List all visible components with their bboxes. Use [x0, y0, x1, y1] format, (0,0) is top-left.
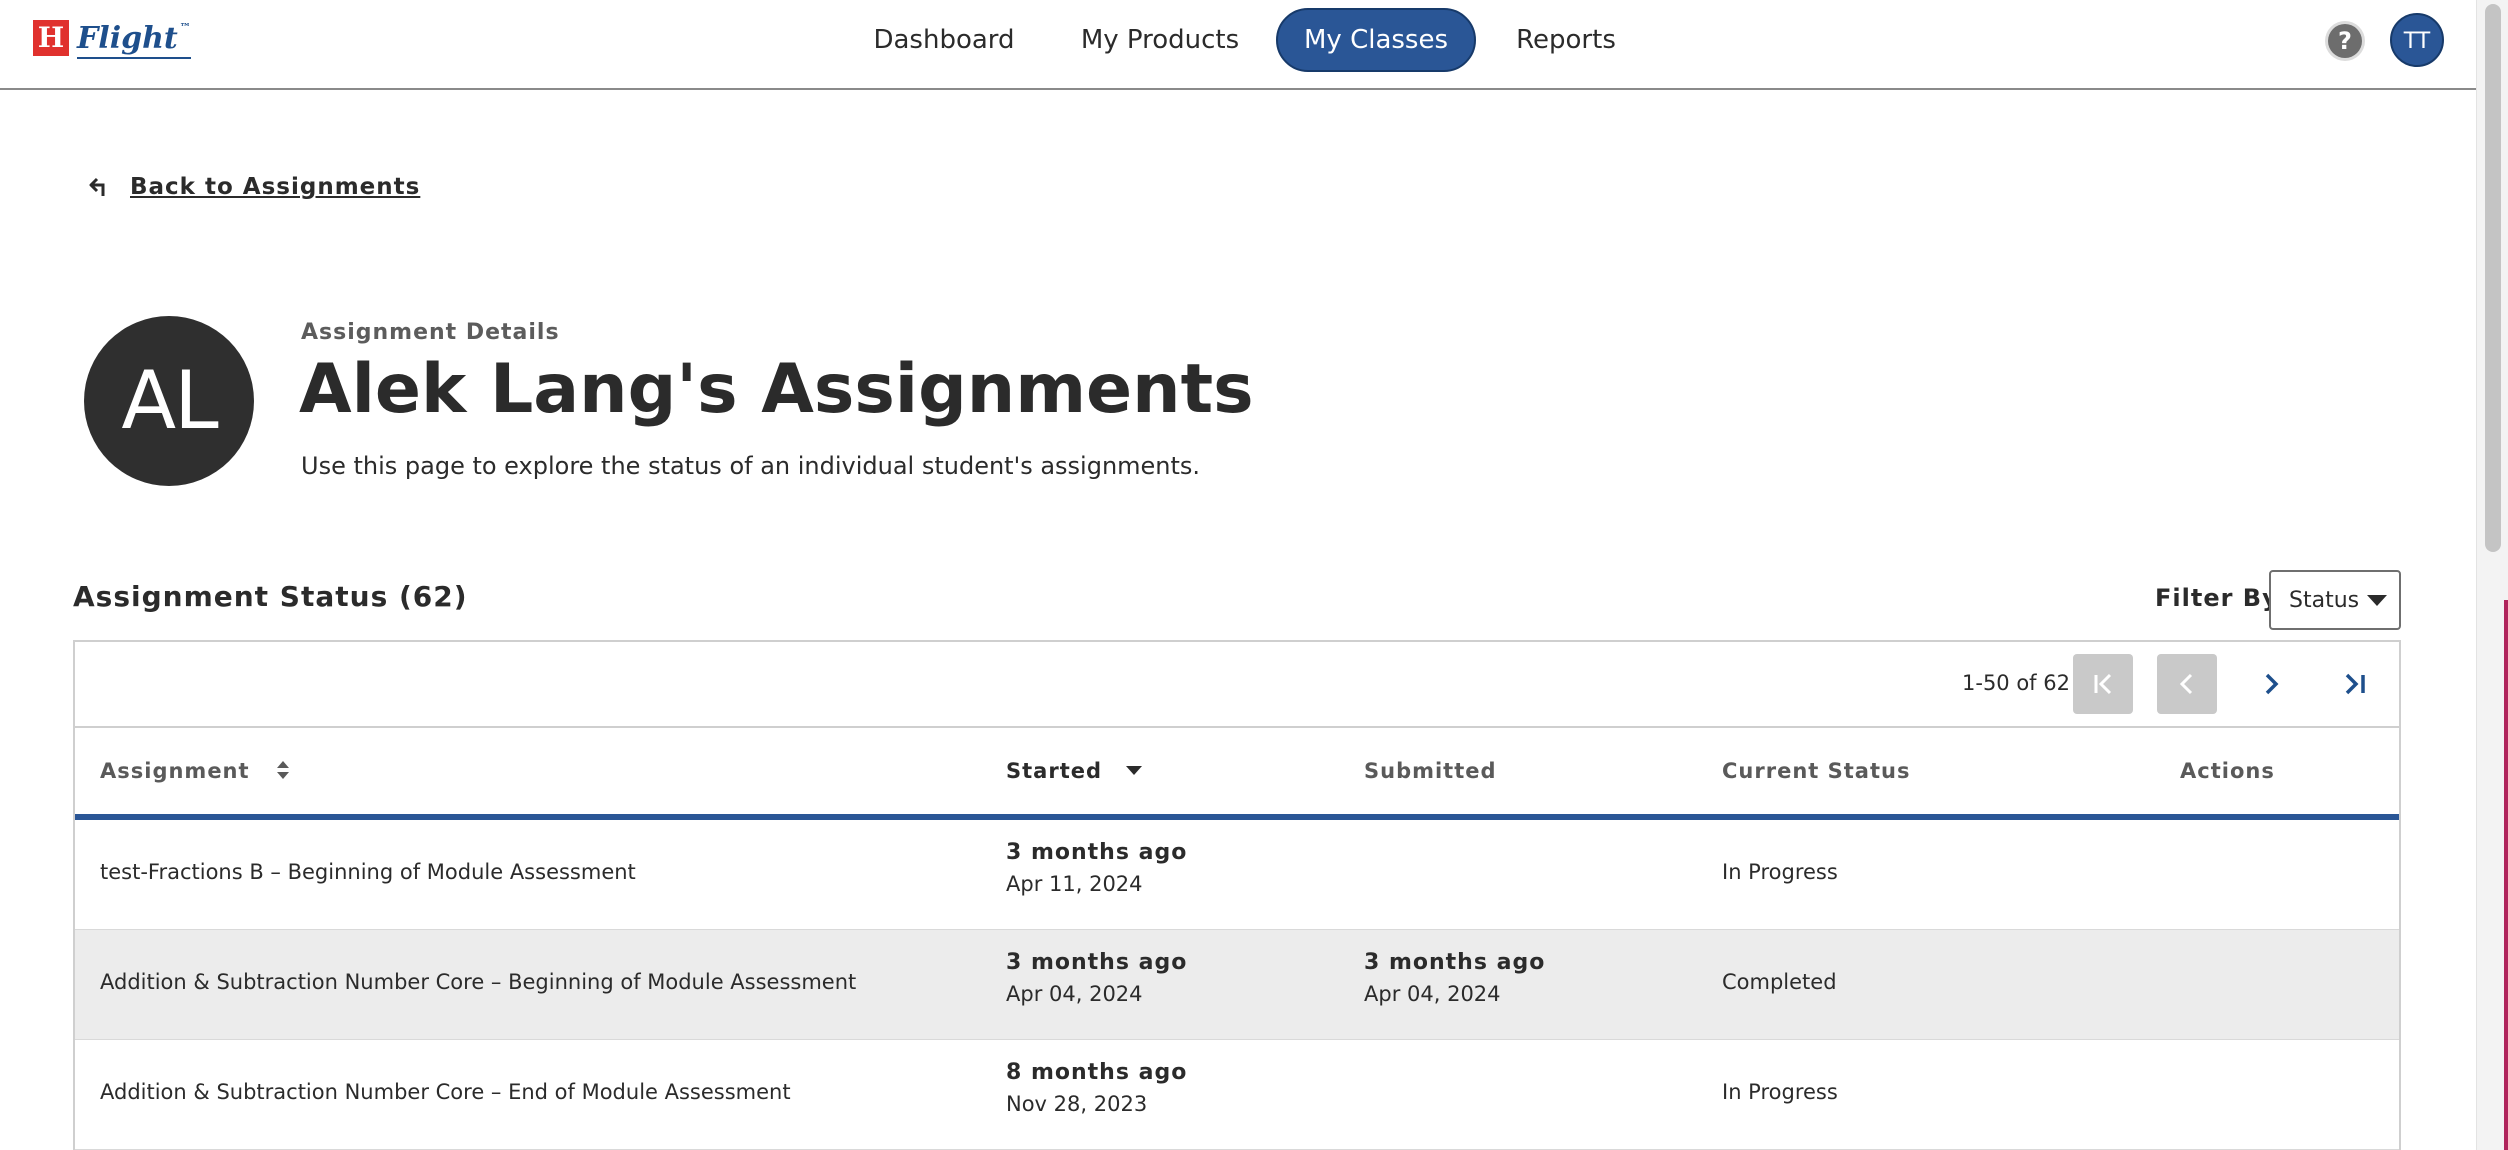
- previous-page-button[interactable]: [2157, 654, 2217, 714]
- column-header-submitted: Submitted: [1364, 759, 1497, 783]
- nav-my-classes[interactable]: My Classes: [1276, 8, 1476, 72]
- column-header-current-status: Current Status: [1722, 759, 1911, 783]
- filter-by-label: Filter By: [2155, 584, 2279, 612]
- column-header-assignment[interactable]: Assignment: [100, 728, 290, 814]
- started-date: Apr 11, 2024: [1006, 872, 1143, 896]
- column-header-actions: Actions: [2180, 759, 2275, 783]
- status-filter-value: Status: [2289, 587, 2360, 613]
- nav-reports[interactable]: Reports: [1502, 8, 1630, 72]
- table-header: Assignment Started Submitted Current Sta…: [75, 728, 2399, 820]
- student-avatar: AL: [84, 316, 254, 486]
- assignments-table: 1-50 of 62 Assignment Started Submitted …: [73, 640, 2401, 1150]
- started-cell: 3 months ago Apr 11, 2024: [1006, 840, 1187, 896]
- column-header-started-label: Started: [1006, 759, 1103, 783]
- caret-down-icon: [2367, 594, 2388, 606]
- last-page-button[interactable]: [2325, 654, 2385, 714]
- sort-icon: [276, 761, 289, 779]
- last-page-icon: [2345, 673, 2365, 695]
- assignment-status-heading: Assignment Status (62): [73, 580, 468, 613]
- started-cell: 8 months ago Nov 28, 2023: [1006, 1060, 1187, 1116]
- pagination-bar: 1-50 of 62: [75, 642, 2399, 728]
- first-page-icon: [2094, 673, 2112, 695]
- current-status: In Progress: [1722, 1080, 1838, 1104]
- current-status: Completed: [1722, 970, 1837, 994]
- column-header-assignment-label: Assignment: [100, 759, 250, 783]
- first-page-button[interactable]: [2073, 654, 2133, 714]
- table-row[interactable]: Addition & Subtraction Number Core – Beg…: [75, 930, 2399, 1040]
- page-description: Use this page to explore the status of a…: [301, 452, 1201, 480]
- started-date: Nov 28, 2023: [1006, 1092, 1148, 1116]
- nav-my-products[interactable]: My Products: [1072, 8, 1248, 72]
- page-title: Alek Lang's Assignments: [299, 350, 1254, 429]
- table-body: test-Fractions B – Beginning of Module A…: [75, 820, 2399, 1150]
- prev-page-icon: [2179, 673, 2193, 695]
- submitted-date: Apr 04, 2024: [1364, 982, 1501, 1006]
- submitted-relative: 3 months ago: [1364, 950, 1546, 975]
- user-avatar-button[interactable]: TT: [2390, 13, 2444, 67]
- column-header-started[interactable]: Started: [1006, 728, 1143, 814]
- assignment-name[interactable]: Addition & Subtraction Number Core – Beg…: [100, 970, 856, 994]
- pagination-range: 1-50 of 62: [1962, 671, 2070, 695]
- started-relative: 8 months ago: [1006, 1060, 1188, 1085]
- assignment-name[interactable]: test-Fractions B – Beginning of Module A…: [100, 860, 636, 884]
- page-scrollbar[interactable]: [2476, 0, 2508, 1150]
- window-edge-accent: [2504, 600, 2508, 1150]
- top-navigation-bar: H Flight ™ Dashboard My Products My Class…: [0, 0, 2476, 90]
- status-filter-select[interactable]: Status: [2269, 570, 2401, 630]
- table-row[interactable]: Addition & Subtraction Number Core – End…: [75, 1040, 2399, 1150]
- back-arrow-icon: [88, 174, 114, 200]
- scrollbar-thumb[interactable]: [2485, 4, 2501, 552]
- table-row[interactable]: test-Fractions B – Beginning of Module A…: [75, 820, 2399, 930]
- assignment-name[interactable]: Addition & Subtraction Number Core – End…: [100, 1080, 791, 1104]
- started-relative: 3 months ago: [1006, 840, 1188, 865]
- started-date: Apr 04, 2024: [1006, 982, 1143, 1006]
- next-page-button[interactable]: [2241, 654, 2301, 714]
- back-link-label: Back to Assignments: [130, 174, 421, 200]
- help-icon[interactable]: ?: [2328, 24, 2362, 58]
- submitted-cell: 3 months ago Apr 04, 2024: [1364, 950, 1545, 1006]
- sort-down-icon: [1126, 765, 1143, 775]
- current-status: In Progress: [1722, 860, 1838, 884]
- next-page-icon: [2265, 673, 2279, 695]
- nav-dashboard[interactable]: Dashboard: [862, 8, 1026, 72]
- started-cell: 3 months ago Apr 04, 2024: [1006, 950, 1187, 1006]
- started-relative: 3 months ago: [1006, 950, 1188, 975]
- page-eyebrow: Assignment Details: [301, 320, 560, 345]
- main-nav: Dashboard My Products My Classes Reports: [0, 8, 2476, 72]
- back-to-assignments-link[interactable]: Back to Assignments: [88, 174, 420, 200]
